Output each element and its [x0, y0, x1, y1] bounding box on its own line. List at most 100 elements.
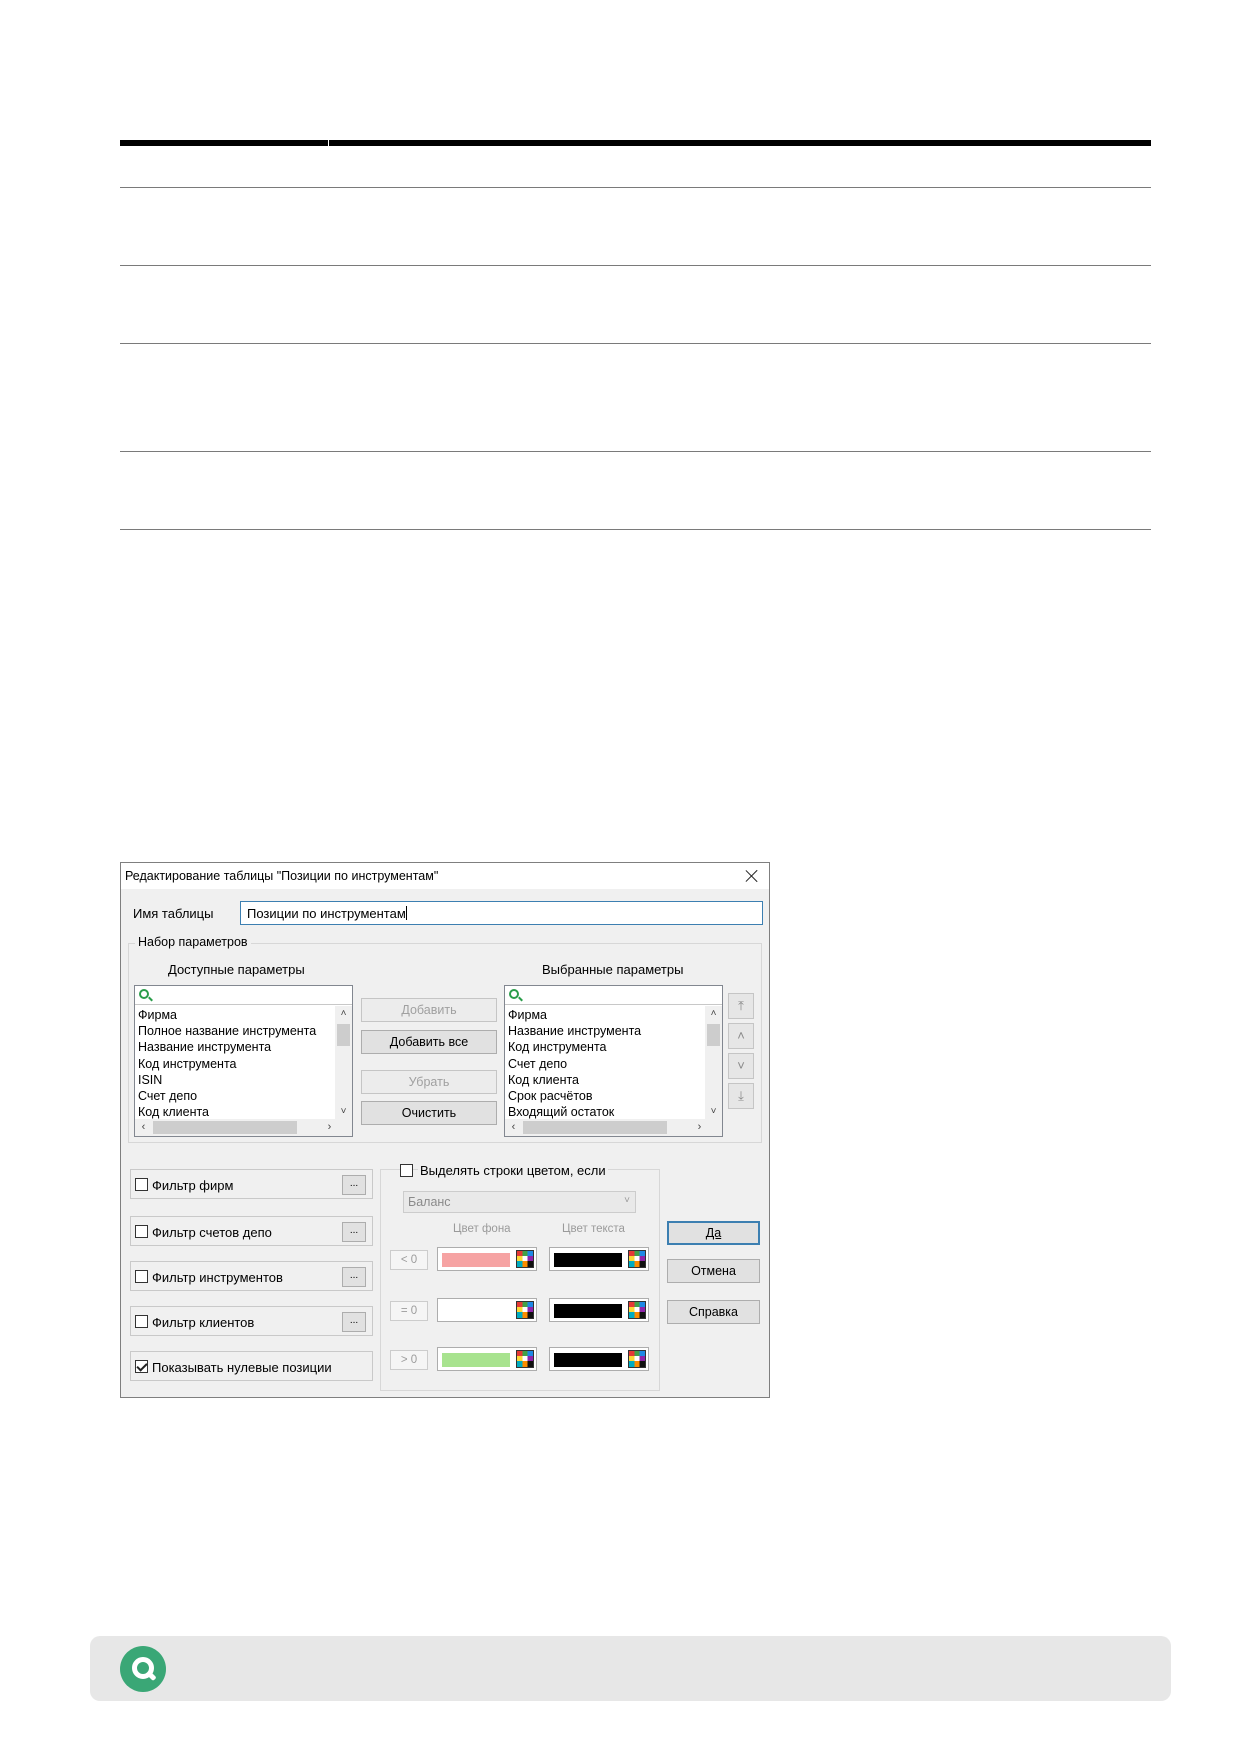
list-item[interactable]: Код инструмента: [508, 1039, 703, 1055]
selected-items: Фирма Название инструмента Код инструмен…: [508, 1007, 703, 1120]
list-item[interactable]: Фирма: [138, 1007, 333, 1023]
condition-equal-zero: = 0: [390, 1301, 428, 1321]
show-zero-label: Показывать нулевые позиции: [152, 1360, 332, 1375]
depo-filter-row: Фильтр счетов депо ...: [130, 1216, 373, 1246]
selected-params-list[interactable]: Фирма Название инструмента Код инструмен…: [504, 985, 723, 1137]
list-item[interactable]: ISIN: [138, 1072, 333, 1088]
table-name-label: Имя таблицы: [133, 906, 214, 921]
scroll-down-icon[interactable]: ˅: [705, 1104, 722, 1120]
vertical-scrollbar[interactable]: ˄ ˅: [705, 1006, 722, 1120]
text-color-picker-pos[interactable]: [549, 1347, 649, 1371]
available-items: Фирма Полное название инструмента Назван…: [138, 1007, 333, 1120]
selected-search-field[interactable]: [505, 986, 722, 1005]
bg-color-header: Цвет фона: [453, 1223, 511, 1235]
depo-filter-checkbox[interactable]: [135, 1225, 148, 1238]
list-item[interactable]: Название инструмента: [508, 1023, 703, 1039]
edit-table-dialog: Редактирование таблицы "Позиции по инстр…: [120, 862, 770, 1398]
scroll-left-icon[interactable]: ‹: [135, 1119, 152, 1136]
condition-greater-zero: > 0: [390, 1350, 428, 1370]
palette-icon[interactable]: [628, 1250, 646, 1268]
scroll-thumb[interactable]: [707, 1024, 720, 1046]
list-item[interactable]: Фирма: [508, 1007, 703, 1023]
highlight-field-value: Баланс: [408, 1195, 451, 1209]
horizontal-scrollbar[interactable]: ‹ ›: [135, 1119, 352, 1136]
bg-color-picker-pos[interactable]: [437, 1347, 537, 1371]
scroll-right-icon[interactable]: ›: [321, 1119, 338, 1136]
list-item[interactable]: Срок расчётов: [508, 1088, 703, 1104]
text-color-swatch: [554, 1304, 622, 1318]
palette-icon[interactable]: [516, 1250, 534, 1268]
client-filter-checkbox[interactable]: [135, 1315, 148, 1328]
list-item[interactable]: Счет депо: [138, 1088, 333, 1104]
search-icon: [509, 989, 519, 999]
table-name-value: Позиции по инструментам: [247, 906, 406, 921]
client-filter-label: Фильтр клиентов: [152, 1315, 255, 1330]
list-item[interactable]: Код клиента: [138, 1104, 333, 1120]
list-item[interactable]: Полное название инструмента: [138, 1023, 333, 1039]
table-name-input[interactable]: Позиции по инструментам: [240, 901, 763, 925]
instrument-filter-checkbox[interactable]: [135, 1270, 148, 1283]
table-row-rule: [120, 265, 1151, 266]
scroll-thumb[interactable]: [337, 1024, 350, 1046]
bg-color-picker-neg[interactable]: [437, 1247, 537, 1271]
table-column-gap: [328, 140, 329, 146]
scroll-thumb[interactable]: [153, 1121, 297, 1134]
scroll-up-icon[interactable]: ˄: [335, 1006, 352, 1022]
scroll-right-icon[interactable]: ›: [691, 1119, 708, 1136]
highlight-checkbox[interactable]: [400, 1164, 413, 1177]
list-item[interactable]: Счет депо: [508, 1056, 703, 1072]
chevron-down-icon: ˅: [624, 1195, 630, 1206]
bg-color-swatch: [442, 1253, 510, 1267]
highlight-label: Выделять строки цветом, если: [418, 1163, 608, 1178]
palette-icon[interactable]: [516, 1301, 534, 1319]
move-bottom-button[interactable]: ⤓: [728, 1083, 754, 1109]
bg-color-swatch: [442, 1353, 510, 1367]
palette-icon[interactable]: [628, 1301, 646, 1319]
depo-filter-label: Фильтр счетов депо: [152, 1225, 272, 1240]
add-all-button[interactable]: Добавить все: [361, 1030, 497, 1054]
table-row-rule: [120, 529, 1151, 530]
cancel-button[interactable]: Отмена: [667, 1259, 760, 1283]
list-item[interactable]: Название инструмента: [138, 1039, 333, 1055]
instrument-filter-button[interactable]: ...: [342, 1267, 366, 1287]
available-search-field[interactable]: [135, 986, 352, 1005]
remove-button[interactable]: Убрать: [361, 1070, 497, 1094]
scroll-left-icon[interactable]: ‹: [505, 1119, 522, 1136]
text-color-swatch: [554, 1253, 622, 1267]
firm-filter-button[interactable]: ...: [342, 1175, 366, 1195]
clear-button[interactable]: Очистить: [361, 1101, 497, 1125]
firm-filter-checkbox[interactable]: [135, 1178, 148, 1191]
add-button[interactable]: Добавить: [361, 998, 497, 1022]
help-button[interactable]: Справка: [667, 1300, 760, 1324]
scroll-down-icon[interactable]: ˅: [335, 1104, 352, 1120]
available-params-label: Доступные параметры: [168, 962, 305, 977]
move-up-button[interactable]: ˄: [728, 1023, 754, 1049]
available-params-list[interactable]: Фирма Полное название инструмента Назван…: [134, 985, 353, 1137]
palette-icon[interactable]: [628, 1350, 646, 1368]
list-item[interactable]: Код инструмента: [138, 1056, 333, 1072]
page-footer: [90, 1636, 1171, 1701]
move-top-button[interactable]: ⤒: [728, 993, 754, 1019]
document-table: [120, 140, 1151, 530]
search-icon: [139, 989, 149, 999]
vertical-scrollbar[interactable]: ˄ ˅: [335, 1006, 352, 1120]
list-item[interactable]: Входящий остаток: [508, 1104, 703, 1120]
move-down-button[interactable]: ˅: [728, 1053, 754, 1079]
table-row-rule: [120, 343, 1151, 344]
highlight-field-select[interactable]: Баланс ˅: [403, 1191, 636, 1213]
firm-filter-row: Фильтр фирм ...: [130, 1169, 373, 1199]
text-color-picker-neg[interactable]: [549, 1247, 649, 1271]
client-filter-button[interactable]: ...: [342, 1312, 366, 1332]
bg-color-picker-zero[interactable]: [437, 1298, 537, 1322]
scroll-up-icon[interactable]: ˄: [705, 1006, 722, 1022]
ok-button[interactable]: Да: [667, 1221, 760, 1245]
palette-icon[interactable]: [516, 1350, 534, 1368]
text-color-picker-zero[interactable]: [549, 1298, 649, 1322]
scroll-thumb[interactable]: [523, 1121, 667, 1134]
show-zero-checkbox[interactable]: [135, 1360, 148, 1373]
depo-filter-button[interactable]: ...: [342, 1222, 366, 1242]
list-item[interactable]: Код клиента: [508, 1072, 703, 1088]
close-icon[interactable]: [743, 867, 761, 885]
firm-filter-label: Фильтр фирм: [152, 1178, 234, 1193]
horizontal-scrollbar[interactable]: ‹ ›: [505, 1119, 722, 1136]
